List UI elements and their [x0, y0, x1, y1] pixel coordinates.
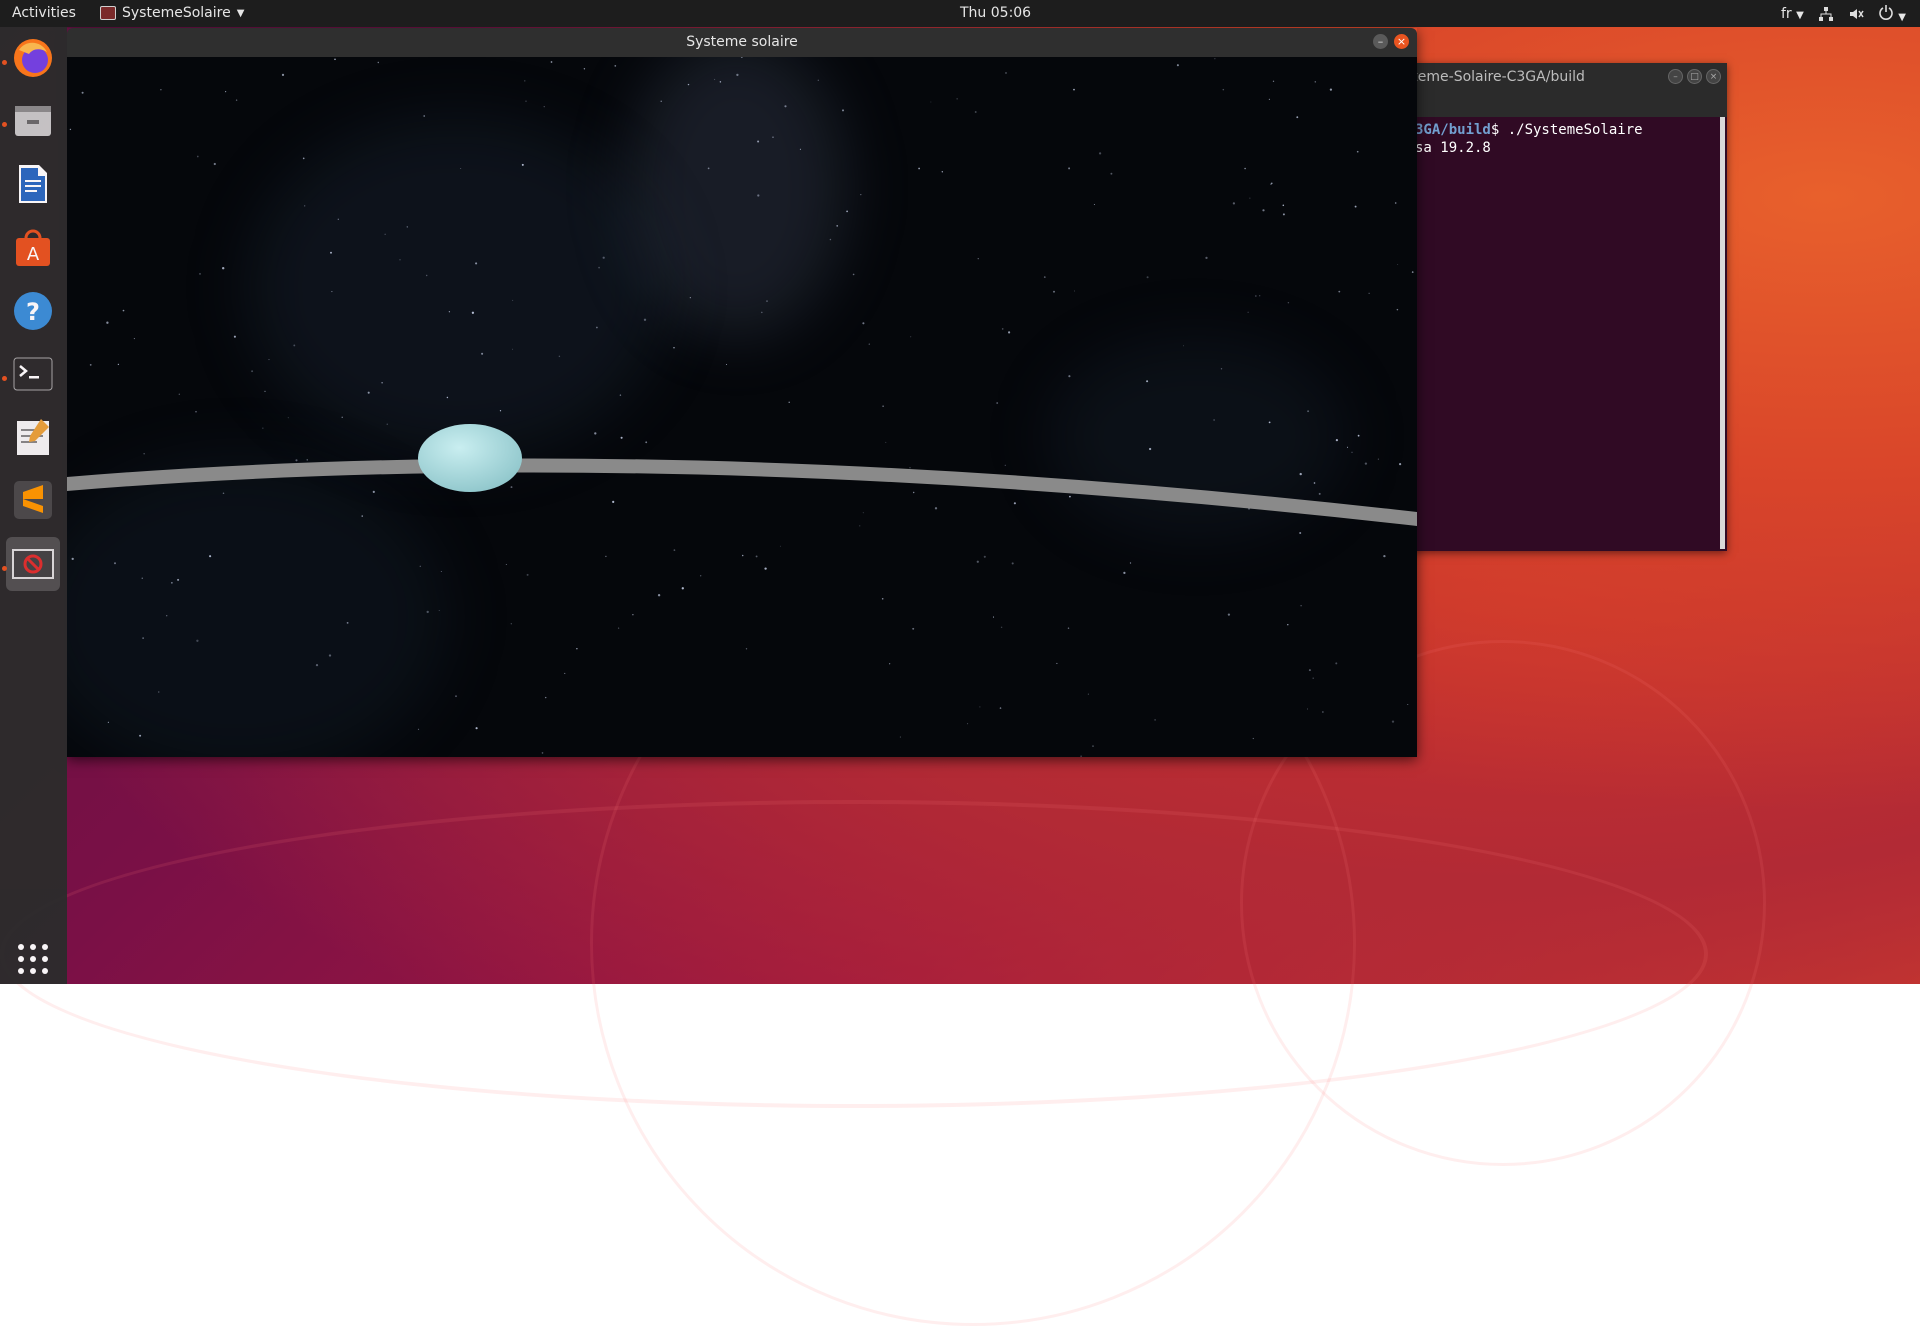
main-window-title: Systeme solaire: [686, 34, 798, 50]
language-indicator[interactable]: fr ▼: [1781, 6, 1804, 22]
main-window-controls: – ×: [1373, 34, 1409, 49]
network-icon[interactable]: [1818, 6, 1834, 22]
chevron-down-icon: ▼: [1796, 10, 1804, 21]
terminal-output[interactable]: 3GA/build$ ./SystemeSolaire sa 19.2.8: [1405, 117, 1727, 157]
dock-item-systemesolaire[interactable]: [6, 537, 60, 591]
maximize-icon[interactable]: □: [1687, 69, 1702, 84]
dock-item-files[interactable]: [6, 93, 60, 147]
sublime-text-icon: [14, 481, 52, 519]
orbit-ring: [67, 458, 1417, 526]
text-editor-icon: [17, 419, 49, 455]
terminal-icon: [13, 357, 53, 391]
main-window[interactable]: Systeme solaire – ×: [67, 28, 1417, 757]
power-menu[interactable]: ▼: [1878, 4, 1906, 24]
dock-item-software[interactable]: A: [6, 221, 60, 275]
dock: A ?: [0, 27, 67, 984]
running-indicator: [2, 376, 7, 381]
grid-icon: [18, 944, 48, 974]
writer-icon: [19, 165, 47, 203]
svg-text:A: A: [27, 244, 40, 265]
terminal-title: steme-Solaire-C3GA/build: [1405, 69, 1585, 85]
system-tray[interactable]: fr ▼ ▼: [1781, 4, 1906, 24]
chevron-down-icon: ▼: [1898, 12, 1906, 23]
svg-text:?: ?: [26, 298, 40, 326]
scene: [67, 424, 1417, 526]
running-indicator: [2, 122, 7, 127]
app-menu[interactable]: SystemeSolaire ▼: [100, 5, 244, 21]
dock-item-firefox[interactable]: [6, 31, 60, 85]
dock-item-terminal[interactable]: [6, 347, 60, 401]
dock-item-text-editor[interactable]: [6, 410, 60, 464]
chevron-down-icon: ▼: [236, 7, 245, 19]
dock-item-help[interactable]: ?: [6, 284, 60, 338]
render-viewport[interactable]: [67, 57, 1417, 757]
help-icon: ?: [14, 292, 52, 330]
dock-item-sublime[interactable]: [6, 473, 60, 527]
planet[interactable]: [418, 424, 522, 492]
running-indicator: [2, 60, 7, 65]
software-center-icon: A: [16, 229, 50, 266]
command-text: $ ./SystemeSolaire: [1490, 122, 1643, 138]
activities-button[interactable]: Activities: [12, 5, 76, 21]
minimize-icon[interactable]: –: [1668, 69, 1683, 84]
terminal-window-controls: – □ ×: [1668, 69, 1721, 84]
close-button[interactable]: ×: [1394, 34, 1409, 49]
minimize-button[interactable]: –: [1373, 34, 1388, 49]
terminal-titlebar[interactable]: steme-Solaire-C3GA/build – □ ×: [1405, 63, 1727, 117]
wallpaper-arc: [0, 800, 1708, 1108]
dock-item-writer[interactable]: [6, 157, 60, 211]
terminal-scrollbar[interactable]: [1720, 117, 1725, 549]
language-label: fr: [1781, 6, 1792, 22]
files-icon: [15, 106, 51, 136]
power-icon: [1879, 5, 1893, 20]
firefox-icon: [14, 39, 52, 77]
close-icon[interactable]: ×: [1706, 69, 1721, 84]
running-indicator: [2, 566, 7, 571]
terminal-line: 3GA/build$ ./SystemeSolaire: [1415, 121, 1727, 139]
clock[interactable]: Thu 05:06: [960, 5, 1031, 21]
main-window-titlebar[interactable]: Systeme solaire – ×: [67, 28, 1417, 57]
top-bar: Activities SystemeSolaire ▼ Thu 05:06 fr…: [0, 0, 1920, 27]
app-icon: [100, 6, 116, 20]
show-applications-button[interactable]: [6, 932, 60, 986]
app-menu-label: SystemeSolaire: [122, 5, 231, 21]
no-entry-app-icon: [12, 549, 54, 579]
prompt-path: 3GA/build: [1415, 122, 1491, 138]
volume-muted-icon[interactable]: [1848, 6, 1864, 22]
terminal-window[interactable]: steme-Solaire-C3GA/build – □ × 3GA/build…: [1405, 63, 1727, 551]
terminal-line: sa 19.2.8: [1415, 140, 1491, 156]
